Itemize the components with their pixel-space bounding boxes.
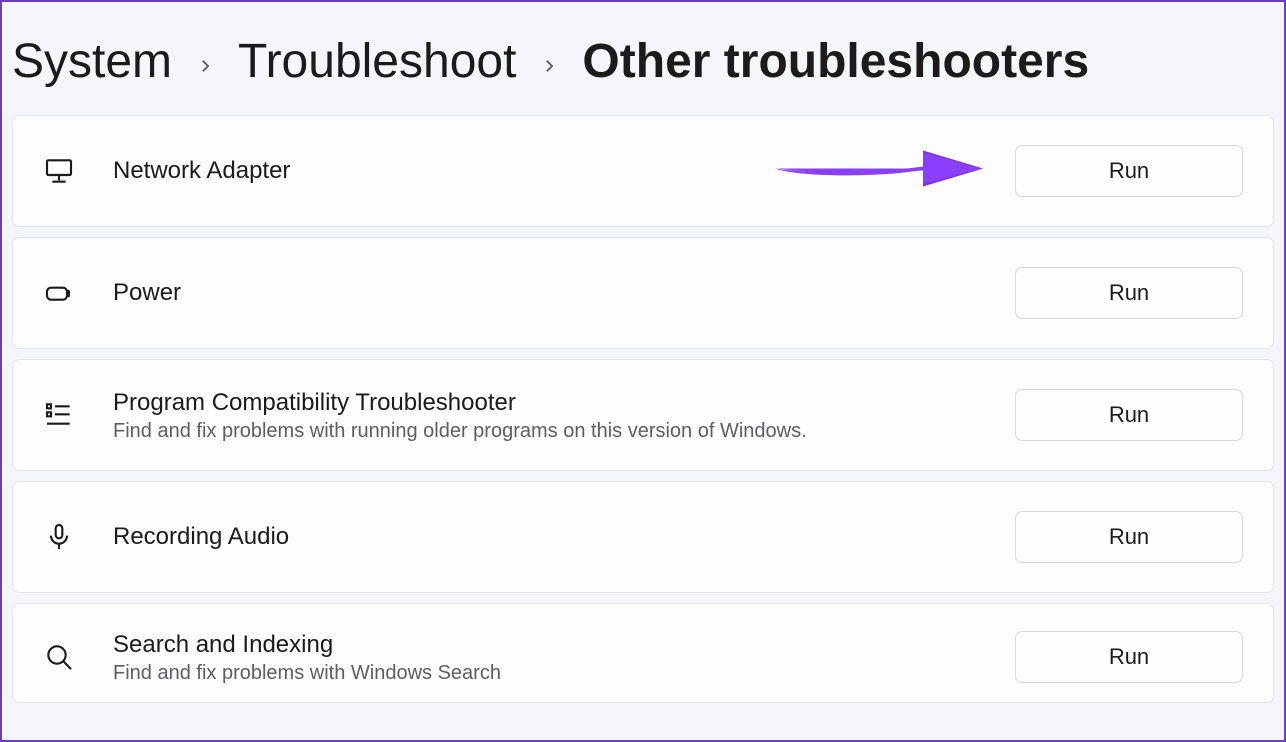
troubleshooter-card-search-indexing: Search and Indexing Find and fix problem… xyxy=(12,603,1274,703)
breadcrumb-current: Other troubleshooters xyxy=(582,34,1089,89)
troubleshooter-description: Find and fix problems with Windows Searc… xyxy=(113,662,1015,685)
run-button-network-adapter[interactable]: Run xyxy=(1015,145,1243,197)
microphone-icon xyxy=(43,521,113,553)
troubleshooter-title: Search and Indexing xyxy=(113,629,1015,660)
troubleshooter-title: Power xyxy=(113,277,1015,308)
battery-icon xyxy=(43,277,113,309)
breadcrumb: System Troubleshoot Other troubleshooter… xyxy=(2,2,1284,107)
troubleshooter-card-recording-audio: Recording Audio Run xyxy=(12,481,1274,593)
run-button-search-indexing[interactable]: Run xyxy=(1015,631,1243,683)
chevron-right-icon xyxy=(196,50,214,82)
monitor-stand-icon xyxy=(43,155,113,187)
troubleshooter-card-network-adapter: Network Adapter Run xyxy=(12,115,1274,227)
search-icon xyxy=(43,641,113,673)
troubleshooter-card-program-compatibility: Program Compatibility Troubleshooter Fin… xyxy=(12,359,1274,471)
troubleshooter-list: Network Adapter Run Power xyxy=(2,107,1284,703)
breadcrumb-troubleshoot[interactable]: Troubleshoot xyxy=(238,34,516,89)
compat-list-icon xyxy=(43,399,113,431)
troubleshooter-title: Program Compatibility Troubleshooter xyxy=(113,387,1015,418)
chevron-right-icon xyxy=(540,50,558,82)
troubleshooter-card-power: Power Run xyxy=(12,237,1274,349)
breadcrumb-system[interactable]: System xyxy=(12,34,172,89)
troubleshooter-title: Recording Audio xyxy=(113,521,1015,552)
run-button-recording-audio[interactable]: Run xyxy=(1015,511,1243,563)
run-button-power[interactable]: Run xyxy=(1015,267,1243,319)
run-button-program-compatibility[interactable]: Run xyxy=(1015,389,1243,441)
troubleshooter-description: Find and fix problems with running older… xyxy=(113,420,1015,443)
troubleshooter-title: Network Adapter xyxy=(113,155,1015,186)
